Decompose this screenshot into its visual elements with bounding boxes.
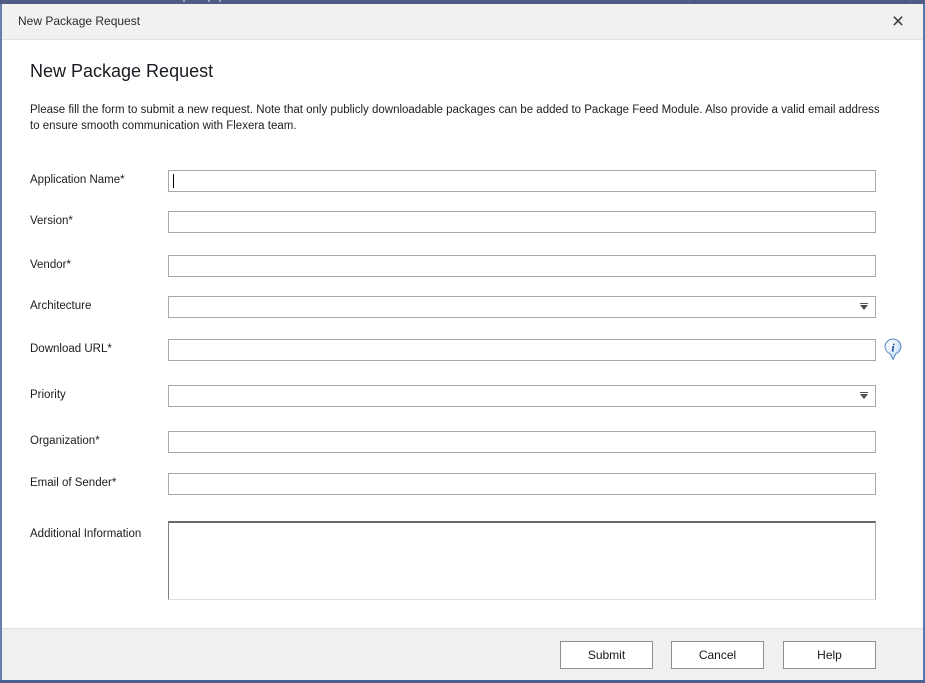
priority-field-wrap <box>168 385 876 407</box>
top-border-tick <box>183 0 185 2</box>
organization-input[interactable] <box>168 431 876 453</box>
window-title: New Package Request <box>18 14 140 28</box>
application-name-input[interactable] <box>168 170 876 192</box>
version-label: Version* <box>30 215 73 227</box>
dialog-body: New Package Request Please fill the form… <box>2 41 923 628</box>
form-row-version: Version* <box>2 211 923 235</box>
additional-information-field-wrap <box>168 521 876 605</box>
form-row-organization: Organization* <box>2 431 923 455</box>
text-caret <box>173 174 174 188</box>
vendor-field-wrap <box>168 255 876 277</box>
page-title: New Package Request <box>30 61 213 82</box>
chevron-down-icon <box>860 305 868 310</box>
help-button[interactable]: Help <box>783 641 876 669</box>
organization-field-wrap <box>168 431 876 453</box>
download-url-input[interactable] <box>168 339 876 361</box>
email-of-sender-input[interactable] <box>168 473 876 495</box>
version-input[interactable] <box>168 211 876 233</box>
form-row-application-name: Application Name* <box>2 170 923 194</box>
titlebar: New Package Request × <box>2 4 923 40</box>
form-row-download-url: Download URL* i <box>2 339 923 363</box>
vendor-input[interactable] <box>168 255 876 277</box>
version-field-wrap <box>168 211 876 233</box>
top-border-tick <box>208 0 210 2</box>
form-description: Please fill the form to submit a new req… <box>30 102 886 134</box>
new-package-request-dialog: New Package Request × New Package Reques… <box>0 0 925 683</box>
form-row-priority: Priority <box>2 385 923 409</box>
organization-label: Organization* <box>30 435 100 447</box>
download-url-label: Download URL* <box>30 343 112 355</box>
download-url-field-wrap: i <box>168 339 876 361</box>
additional-information-textarea[interactable] <box>168 521 876 600</box>
priority-label: Priority <box>30 389 66 401</box>
submit-button[interactable]: Submit <box>560 641 653 669</box>
cancel-button[interactable]: Cancel <box>671 641 764 669</box>
info-balloon-icon[interactable]: i <box>884 338 902 361</box>
dialog-footer: Submit Cancel Help <box>2 628 923 680</box>
email-of-sender-field-wrap <box>168 473 876 495</box>
form-row-vendor: Vendor* <box>2 255 923 279</box>
application-name-label: Application Name* <box>30 174 125 186</box>
architecture-field-wrap <box>168 296 876 318</box>
priority-select[interactable] <box>168 385 876 407</box>
application-name-field-wrap <box>168 170 876 192</box>
form-row-additional-information: Additional Information <box>2 521 923 603</box>
architecture-label: Architecture <box>30 300 91 312</box>
vendor-label: Vendor* <box>30 259 71 271</box>
architecture-select[interactable] <box>168 296 876 318</box>
additional-information-label: Additional Information <box>30 528 141 540</box>
form-row-email-of-sender: Email of Sender* <box>2 473 923 497</box>
email-of-sender-label: Email of Sender* <box>30 477 116 489</box>
top-border-tick <box>219 0 221 2</box>
chevron-down-icon <box>860 394 868 399</box>
form-row-architecture: Architecture <box>2 296 923 320</box>
close-icon[interactable]: × <box>882 8 914 36</box>
